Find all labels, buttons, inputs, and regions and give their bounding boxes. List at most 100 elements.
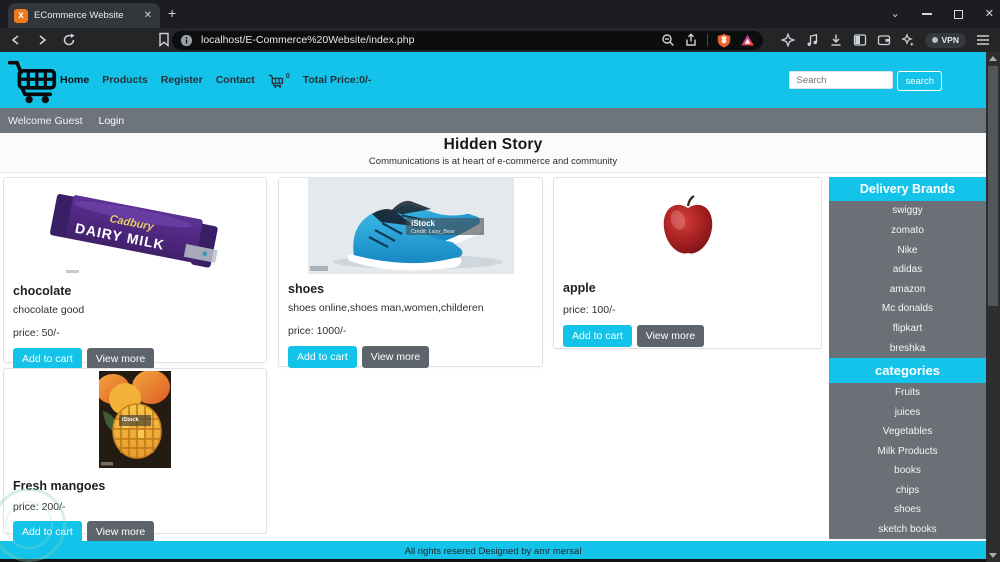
product-name: apple [563, 281, 596, 295]
share-icon[interactable] [684, 33, 698, 47]
product-name: Fresh mangoes [13, 479, 106, 493]
site-info-icon[interactable] [180, 34, 193, 47]
site-footer: All rights resered Designed by amr mersa… [0, 541, 986, 559]
footer-text: All rights resered Designed by amr mersa… [404, 546, 582, 557]
brave-rewards-icon[interactable] [740, 33, 755, 47]
window-controls: ⌄ ✕ [891, 0, 994, 28]
product-card-apple: apple price: 100/- Add to cart View more [553, 177, 822, 349]
product-card-shoes: iStock Credit: Lazy_Bear shoes shoes onl… [278, 177, 543, 368]
category-item[interactable]: Milk Products [829, 446, 986, 457]
shoes-product-image: iStock Credit: Lazy_Bear [307, 178, 514, 274]
browser-window: x ECommerce Website ✕ + ⌄ ✕ localhost/E-… [0, 0, 1000, 562]
sidebar-panel-icon[interactable] [853, 33, 867, 47]
nav-link-products[interactable]: Products [102, 74, 148, 86]
cart-count-badge: 0 [285, 72, 290, 80]
nav-link-home[interactable]: Home [60, 74, 89, 86]
address-bar[interactable]: localhost/E-Commerce%20Website/index.php [172, 30, 763, 50]
welcome-text: Welcome Guest [8, 114, 83, 127]
mango-product-image: iStock [99, 371, 171, 468]
svg-text:iStock: iStock [411, 219, 436, 228]
sparkles-icon[interactable] [900, 33, 915, 47]
category-item[interactable]: shoes [829, 504, 986, 515]
svg-text:Credit: Lazy_Bear: Credit: Lazy_Bear [411, 229, 455, 235]
close-button[interactable]: ✕ [985, 8, 994, 20]
page-title: Hidden Story [443, 136, 543, 153]
browser-tab-bar: x ECommerce Website ✕ + ⌄ ✕ [0, 0, 1000, 28]
delivery-brands-list: swiggy zomato Nike adidas amazon Mc dona… [829, 201, 986, 358]
brand-item[interactable]: flipkart [829, 323, 986, 334]
leo-ai-icon[interactable] [780, 33, 795, 47]
product-price: price: 100/- [563, 304, 616, 316]
login-link[interactable]: Login [99, 115, 125, 127]
product-description: shoes online,shoes man,women,childeren [288, 302, 484, 314]
xampp-favicon-icon: x [14, 8, 28, 23]
maximize-button[interactable] [953, 9, 963, 19]
view-more-button[interactable]: View more [361, 346, 430, 368]
product-name: chocolate [13, 284, 72, 298]
browser-toolbar: localhost/E-Commerce%20Website/index.php… [0, 28, 1000, 52]
scroll-up-arrow[interactable] [989, 56, 997, 61]
add-to-cart-button[interactable]: Add to cart [563, 325, 632, 347]
brand-item[interactable]: breshka [829, 343, 986, 354]
view-more-button[interactable]: View more [86, 521, 155, 543]
search-input[interactable] [789, 71, 894, 89]
media-playlist-icon[interactable] [805, 33, 819, 47]
wallet-icon[interactable] [877, 33, 891, 47]
view-more-button[interactable]: View more [636, 325, 705, 347]
back-icon[interactable] [10, 34, 22, 46]
minimize-button[interactable] [921, 13, 932, 15]
tab-search-chevron-icon[interactable]: ⌄ [891, 8, 900, 20]
brand-item[interactable]: zomato [829, 225, 986, 236]
nav-link-register[interactable]: Register [161, 74, 203, 86]
menu-icon[interactable] [976, 34, 990, 46]
category-item[interactable]: juices [829, 407, 986, 418]
nav-link-contact[interactable]: Contact [216, 74, 255, 86]
scroll-down-arrow[interactable] [989, 553, 997, 558]
reload-icon[interactable] [62, 33, 76, 47]
brand-item[interactable]: Nike [829, 245, 986, 256]
category-item[interactable]: books [829, 465, 986, 476]
brand-item[interactable]: amazon [829, 284, 986, 295]
zoom-out-icon[interactable] [661, 33, 675, 47]
scrollbar-thumb[interactable] [988, 66, 998, 306]
vpn-status-dot [931, 37, 938, 43]
vpn-button[interactable]: VPN [924, 32, 966, 48]
brand-item[interactable]: adidas [829, 264, 986, 275]
url-text[interactable]: localhost/E-Commerce%20Website/index.php [201, 34, 661, 46]
product-price: price: 200/- [13, 501, 66, 513]
add-to-cart-button[interactable]: Add to cart [288, 346, 357, 368]
brand-item[interactable]: Mc donalds [829, 303, 986, 314]
category-item[interactable]: Vegetables [829, 426, 986, 437]
apple-product-image [663, 195, 712, 254]
chocolate-product-image: Cadbury DAIRY MILK [50, 194, 218, 268]
forward-icon[interactable] [36, 34, 48, 46]
categories-list: Fruits juices Vegetables Milk Products b… [829, 383, 986, 539]
search-button[interactable]: search [897, 71, 942, 91]
brand-item[interactable]: swiggy [829, 205, 986, 216]
add-to-cart-button[interactable]: Add to cart [13, 348, 82, 370]
category-item[interactable]: sketch books [829, 524, 986, 535]
brave-shield-icon[interactable] [717, 33, 731, 48]
mini-cart-icon[interactable]: 0 [268, 73, 290, 88]
download-icon[interactable] [829, 33, 843, 47]
view-more-button[interactable]: View more [86, 348, 155, 370]
product-card-mangoes: iStock Fresh mangoes price: 200/- Add to… [3, 368, 267, 543]
add-to-cart-button[interactable]: Add to cart [13, 521, 82, 543]
total-price-label: Total Price:0/- [302, 74, 372, 86]
category-item[interactable]: Fruits [829, 387, 986, 398]
categories-header: categories [829, 358, 986, 383]
cart-logo-icon[interactable] [8, 57, 60, 104]
site-navbar: Home Products Register Contact 0 Total P… [0, 52, 986, 108]
page-scrollbar[interactable] [986, 52, 1000, 562]
product-price: price: 50/- [13, 327, 60, 339]
divider [707, 34, 708, 46]
new-tab-button[interactable]: + [168, 6, 176, 20]
product-description: chocolate good [13, 304, 85, 316]
category-item[interactable]: chips [829, 485, 986, 496]
bookmark-icon[interactable] [158, 32, 170, 47]
image-credit-mark [66, 270, 79, 273]
tab-close-icon[interactable]: ✕ [142, 10, 154, 21]
browser-tab[interactable]: x ECommerce Website ✕ [8, 3, 160, 28]
tab-title: ECommerce Website [34, 10, 124, 21]
product-card-chocolate: Cadbury DAIRY MILK chocolate chocolate g… [3, 177, 267, 370]
